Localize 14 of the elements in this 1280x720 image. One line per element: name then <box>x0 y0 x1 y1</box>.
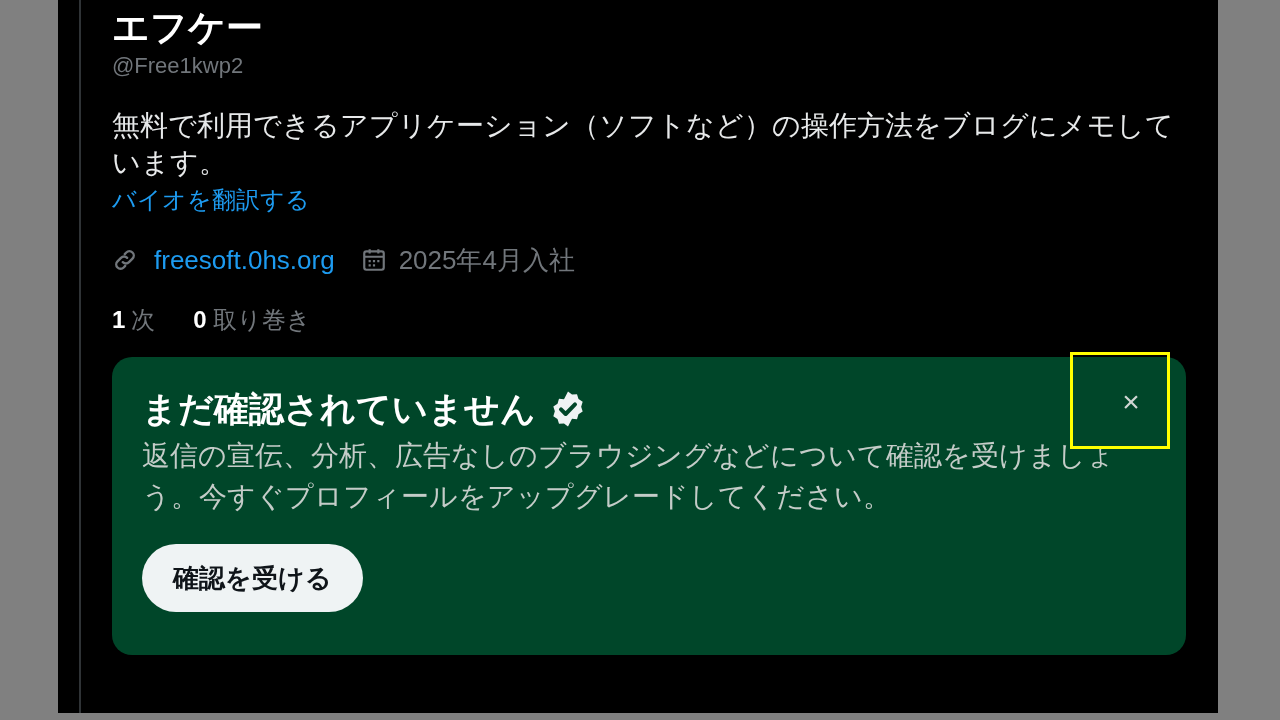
translate-link[interactable]: バイオを翻訳する <box>112 185 310 215</box>
bio-text: 無料で利用できるアプリケーション（ソフトなど）の操作方法をブログにメモしています。 <box>112 109 1174 180</box>
stat-link[interactable]: 0 取り巻き <box>193 305 311 335</box>
website-link[interactable]: freesoft.0hs.org <box>154 244 335 276</box>
link-icon <box>112 247 138 273</box>
card-title: まだ確認されていません <box>142 388 536 430</box>
user-handle: @Free1kwp2 <box>112 52 244 80</box>
stat-link[interactable]: 1 次 <box>112 305 156 335</box>
card-body-text: 返信の宣伝、分析、広告なしのブラウジングなどについて確認を受けましょう。今すぐプロフィールをアップグレードしてください。 <box>142 439 1116 514</box>
display-name: エフケー <box>112 6 263 50</box>
get-verified-button[interactable]: 確認を受ける <box>142 544 363 612</box>
join-date: 2025年4月入社 <box>398 244 575 276</box>
calendar-icon <box>360 247 387 273</box>
close-button[interactable]: × <box>1116 385 1146 419</box>
